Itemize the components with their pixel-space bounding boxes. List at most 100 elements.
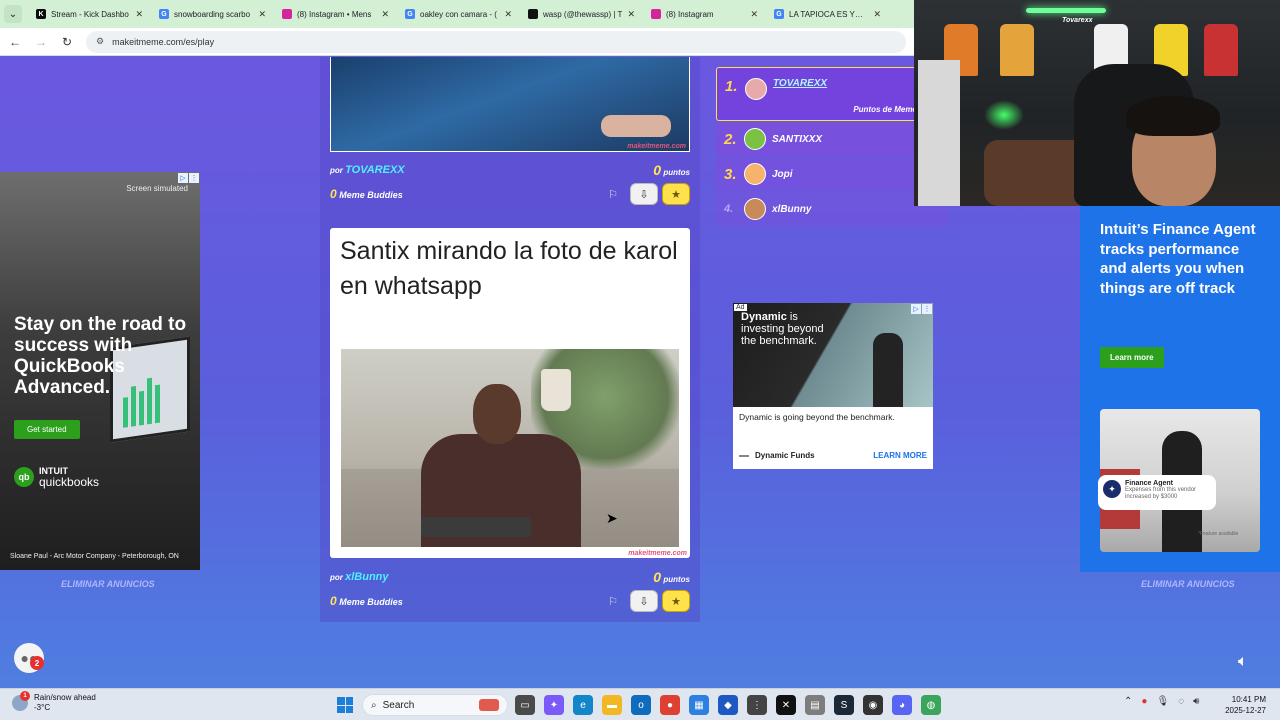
- tab-favicon-icon: K: [36, 9, 46, 19]
- browser-tab[interactable]: (8) Instagram ✕: [643, 2, 766, 26]
- meme-photo-1: makeitmeme.com: [331, 57, 689, 151]
- intuit-finance-agent-ad[interactable]: Intuit’s Finance Agent tracks performanc…: [1080, 206, 1280, 572]
- grid-icon[interactable]: ⋮: [747, 695, 767, 715]
- quickbooks-ad[interactable]: ▷ ⋮ Screen simulated Stay on the road to …: [0, 172, 200, 570]
- taskbar-apps: ▭ ✦ e ▬ o ● ▦ ◆ ⋮ ✕ ▤ S ◉ ◕ ◍: [515, 695, 941, 715]
- app-dots-icon[interactable]: ◆: [718, 695, 738, 715]
- post-points-1: 0 puntos: [653, 162, 690, 178]
- browser-tab[interactable]: K Stream - Kick Dashbo ✕: [28, 2, 151, 26]
- tab-close-icon[interactable]: ✕: [504, 9, 512, 20]
- forward-icon[interactable]: →: [34, 35, 48, 49]
- ad-simulated-label: Screen simulated: [126, 184, 188, 193]
- taskbar-search[interactable]: ⌕ Search: [362, 694, 508, 716]
- site-info-icon[interactable]: ⚙: [96, 36, 104, 47]
- system-tray: ⌃ ● 🎙︎ ◌ 🔊︎: [1124, 696, 1199, 707]
- sparkle-icon: ✦: [1103, 480, 1121, 498]
- browser-tab[interactable]: Goakley con camara - (✕: [397, 2, 520, 26]
- ad-description: Dynamic is going beyond the benchmark.: [739, 412, 895, 422]
- rank-number: 3.: [724, 165, 737, 183]
- webcam-name: Tovarexx: [1062, 17, 1093, 24]
- post-author-1: por TOVAREXX: [330, 164, 405, 176]
- learn-more-link[interactable]: LEARN MORE: [873, 451, 927, 460]
- post-meta-1: por TOVAREXX 0 puntos: [330, 162, 690, 178]
- tab-title: (8) Instagram • Mens: [297, 9, 372, 19]
- copilot-icon[interactable]: ✦: [544, 695, 564, 715]
- get-started-button[interactable]: Get started: [14, 420, 80, 439]
- ad-footer: Dynamic Funds LEARN MORE: [739, 451, 927, 460]
- microphone-icon[interactable]: 🎙︎: [1156, 696, 1169, 707]
- tab-close-icon[interactable]: ✕: [627, 9, 635, 20]
- player-name: Jopi: [772, 168, 793, 180]
- tab-favicon-icon: [282, 9, 292, 19]
- edge-icon[interactable]: e: [573, 695, 593, 715]
- tab-title: snowboarding scarbo: [174, 9, 251, 19]
- rank-number: 1.: [725, 78, 738, 95]
- download-button[interactable]: ⇩: [630, 590, 658, 612]
- rank-number: 4.: [724, 203, 734, 215]
- report-flag-icon[interactable]: ⚐: [608, 595, 618, 608]
- post-author-2: por xlBunny: [330, 571, 389, 583]
- globe-icon[interactable]: ◍: [921, 695, 941, 715]
- file-explorer-icon[interactable]: ▬: [602, 695, 622, 715]
- notes-icon[interactable]: ▤: [805, 695, 825, 715]
- taskbar-clock[interactable]: 10:41 PM 2025-12-27: [1225, 694, 1266, 716]
- tab-favicon-icon: [651, 9, 661, 19]
- browser-tab[interactable]: wasp (@thewassp) | T ✕: [520, 2, 643, 26]
- capcut-icon[interactable]: ✕: [776, 695, 796, 715]
- outlook-icon[interactable]: o: [631, 695, 651, 715]
- adchoices-icon[interactable]: ▷ ⋮: [178, 173, 199, 183]
- store-icon[interactable]: ▦: [689, 695, 709, 715]
- dynamic-funds-ad[interactable]: Dynamic is investing beyond the benchmar…: [733, 303, 933, 469]
- chrome-icon[interactable]: ●: [660, 695, 680, 715]
- meme-card-2[interactable]: Santix mirando la foto de karol en whats…: [330, 228, 690, 558]
- chevron-up-icon[interactable]: ⌃: [1124, 696, 1132, 707]
- tab-search-button[interactable]: ⌄: [4, 5, 22, 23]
- task-view-icon[interactable]: ▭: [515, 695, 535, 715]
- author-link[interactable]: xlBunny: [345, 571, 388, 583]
- advertiser-name: Dynamic Funds: [755, 451, 815, 460]
- tab-close-icon[interactable]: ✕: [258, 9, 266, 20]
- network-icon[interactable]: ◌: [1178, 696, 1184, 707]
- windows-taskbar: 1 Rain/snow ahead -3°C ⌕ Search ▭ ✦ e ▬ o ● ▦ ◆…: [0, 688, 1280, 720]
- avatar: [745, 78, 767, 100]
- windows-start-icon[interactable]: [337, 697, 353, 713]
- report-flag-icon[interactable]: ⚐: [608, 188, 618, 201]
- meme-buddies-1: 0 Meme Buddies: [330, 187, 403, 201]
- tab-title: Stream - Kick Dashbo: [51, 9, 129, 19]
- weather-widget[interactable]: 1 Rain/snow ahead -3°C: [12, 691, 96, 713]
- learn-more-button[interactable]: Learn more: [1100, 347, 1164, 368]
- volume-icon[interactable]: 🔊︎: [1193, 696, 1199, 707]
- author-link[interactable]: TOVAREXX: [345, 164, 405, 176]
- star-vote-button[interactable]: ★: [662, 183, 690, 205]
- tab-close-icon[interactable]: ✕: [750, 9, 758, 20]
- tab-close-icon[interactable]: ✕: [135, 9, 143, 20]
- adchoices-icon[interactable]: ▷ ⋮: [911, 304, 932, 314]
- post-points-2: 0 puntos: [653, 569, 690, 585]
- tab-title: (8) Instagram: [666, 9, 714, 19]
- ad-caption: Sloane Paul - Arc Motor Company - Peterb…: [10, 553, 179, 560]
- browser-tab[interactable]: G LA TAPIOCA ES YUCA ✕: [766, 2, 889, 26]
- discord-icon[interactable]: ◕: [892, 695, 912, 715]
- browser-tab[interactable]: Gsnowboarding scarbo ✕: [151, 2, 274, 26]
- sound-toggle-icon[interactable]: 🔈︎: [1238, 653, 1248, 671]
- obs-icon[interactable]: ◉: [863, 695, 883, 715]
- reload-icon[interactable]: ↻: [60, 35, 74, 49]
- browser-tab-strip: ⌄ K Stream - Kick Dashbo ✕ Gsnowboarding sc…: [0, 0, 914, 28]
- card-subtitle: Expenses from this vendor increased by $…: [1125, 487, 1197, 500]
- led-light: [1026, 8, 1106, 13]
- tab-title: wasp (@thewassp) | T: [543, 9, 623, 19]
- star-vote-button[interactable]: ★: [662, 590, 690, 612]
- watermark: makeitmeme.com: [627, 143, 686, 150]
- url-bar[interactable]: ⚙ makeitmeme.com/es/play: [86, 30, 906, 53]
- tab-close-icon[interactable]: ✕: [873, 9, 881, 20]
- browser-tab[interactable]: (8) Instagram • Mens ✕: [274, 2, 397, 26]
- weather-icon: 1: [12, 691, 30, 711]
- back-icon[interactable]: ←: [8, 35, 22, 49]
- tab-close-icon[interactable]: ✕: [381, 9, 389, 20]
- meme-image-1[interactable]: makeitmeme.com: [330, 57, 690, 152]
- remove-ads-link-left[interactable]: ELIMINAR ANUNCIOS: [61, 579, 155, 589]
- app-tray-icon[interactable]: ●: [1141, 696, 1147, 707]
- steam-icon[interactable]: S: [834, 695, 854, 715]
- download-button[interactable]: ⇩: [630, 183, 658, 205]
- remove-ads-link-right[interactable]: ELIMINAR ANUNCIOS: [1141, 579, 1235, 589]
